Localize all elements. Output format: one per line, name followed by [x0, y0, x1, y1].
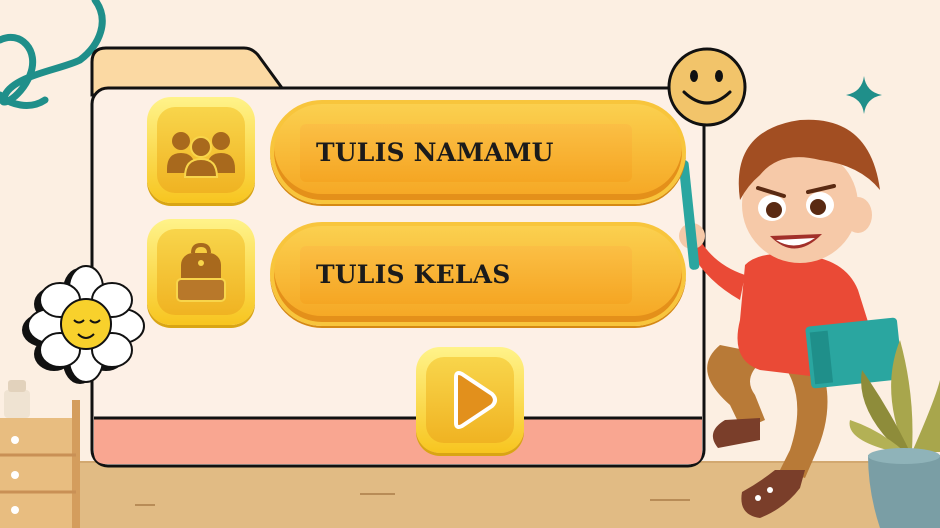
panel-bottom-strip [94, 418, 702, 464]
play-icon [454, 371, 497, 429]
scribble-decoration [0, 0, 106, 106]
class-field-label: TULIS KELAS [316, 260, 511, 289]
cabinet [0, 380, 80, 528]
play-button[interactable] [416, 347, 524, 453]
people-group-icon [167, 132, 235, 178]
name-icon-button[interactable] [147, 97, 255, 203]
name-field-label: TULIS NAMAMU [316, 138, 554, 167]
backpack-icon [176, 243, 226, 302]
sparkle-decoration [846, 76, 882, 114]
class-icon-button[interactable] [147, 219, 255, 325]
floor [80, 462, 940, 528]
name-input-field[interactable]: TULIS NAMAMU [270, 100, 686, 204]
smiley-decoration [667, 47, 747, 127]
class-input-field[interactable]: TULIS KELAS [270, 222, 686, 326]
